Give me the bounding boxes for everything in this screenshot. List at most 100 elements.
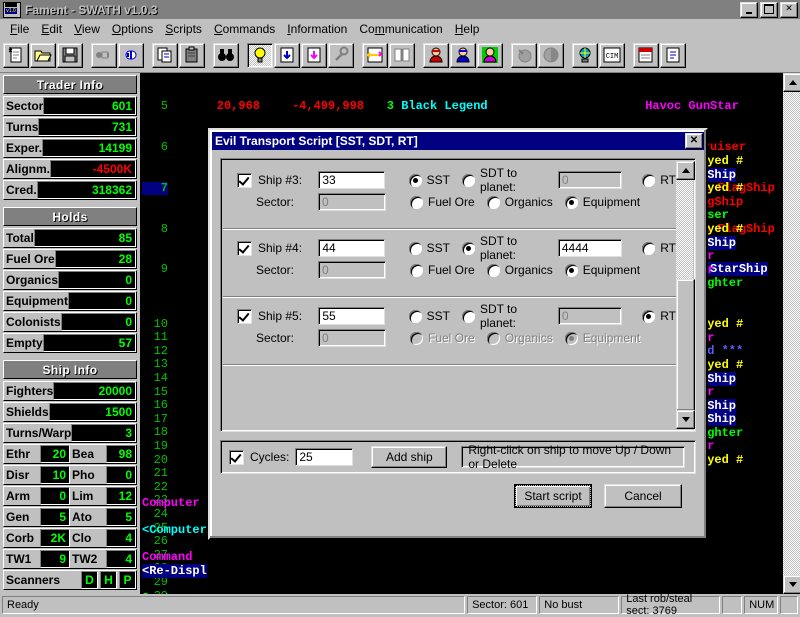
new-icon[interactable] (3, 42, 29, 68)
fuel-ore-radio[interactable] (410, 263, 423, 277)
scrollbar-thumb[interactable] (676, 279, 695, 411)
menu-view[interactable]: View (68, 20, 106, 38)
sst-radio[interactable] (408, 309, 422, 323)
label-1: Ethr (6, 447, 30, 461)
sector-label: Sector: (256, 331, 295, 345)
ship-row-tw1-tw2: TW1 9 TW2 4 (3, 549, 137, 569)
trader-blue-icon[interactable] (450, 42, 476, 68)
add-ship-button[interactable]: Add ship (371, 446, 448, 468)
organics-radio[interactable] (486, 195, 500, 209)
organics-radio (486, 331, 500, 345)
import-blue-icon[interactable] (274, 42, 300, 68)
sst-label: SST (426, 173, 450, 187)
paste-icon[interactable] (179, 42, 205, 68)
rt-radio[interactable] (642, 173, 656, 187)
equipment-radio[interactable] (564, 263, 578, 277)
terminal-line: <Computer (142, 523, 207, 538)
wrench-icon[interactable] (328, 42, 354, 68)
scrollbar-track[interactable] (783, 90, 800, 577)
evil-transport-script-dialog[interactable]: Evil Transport Script [SST, SDT, RT] ✕ S… (208, 128, 708, 540)
ship-number-input[interactable]: 33 (318, 171, 385, 189)
ship-label: Ship #5: (258, 309, 303, 323)
sdt-planet-input[interactable]: 4444 (557, 239, 623, 257)
sdt-radio[interactable] (461, 309, 475, 323)
rt-radio[interactable] (642, 309, 656, 323)
globe-icon[interactable] (572, 42, 598, 68)
swap-arrows-icon[interactable] (362, 42, 388, 68)
maximize-button[interactable] (760, 1, 778, 18)
copy-icon[interactable] (152, 42, 178, 68)
sdt-radio[interactable] (461, 241, 475, 255)
sst-radio[interactable] (408, 173, 422, 187)
lightbulb-icon[interactable] (247, 42, 273, 68)
ship-entry[interactable]: Ship #4: 44 SST SDT to planet: 4444 RT S… (223, 229, 676, 297)
rt-radio[interactable] (642, 241, 656, 255)
organics-label: Organics (504, 263, 553, 277)
value-2: 0 (106, 466, 136, 484)
cancel-button[interactable]: Cancel (604, 484, 682, 508)
planet-icon[interactable] (538, 42, 564, 68)
label: Fuel Ore (6, 252, 55, 266)
ships-scrollbar[interactable] (676, 161, 695, 429)
menu-information[interactable]: Information (281, 20, 353, 38)
holds-row-colonists: Colonists 0 (3, 312, 137, 332)
menu-communication[interactable]: Communication (353, 20, 448, 38)
organics-radio[interactable] (486, 263, 500, 277)
close-button[interactable]: ✕ (780, 1, 798, 18)
connect-icon[interactable] (91, 42, 117, 68)
scroll-down-button[interactable] (783, 575, 800, 594)
sst-radio[interactable] (408, 241, 422, 255)
window-titlebar[interactable]: v1.0 Fament - SWATH v1.0.3 ✕ (0, 0, 800, 19)
ship-entry[interactable]: Ship #5: 55 SST SDT to planet: 0 RT Sect… (223, 297, 676, 365)
trader-row-alignment: Alignm. -4500K (3, 159, 137, 179)
trader-row-exper: Exper. 14199 (3, 138, 137, 158)
trader-red-icon[interactable] (423, 42, 449, 68)
terminal-scrollbar[interactable] (783, 73, 800, 594)
open-folder-icon[interactable] (30, 42, 56, 68)
book-icon[interactable] (389, 42, 415, 68)
menu-options[interactable]: Options (106, 20, 159, 38)
cycles-checkbox[interactable] (229, 449, 244, 465)
disconnect-icon[interactable] (118, 42, 144, 68)
minimize-button[interactable] (740, 1, 758, 18)
notepad-icon[interactable] (633, 42, 659, 68)
planet-bomb-icon[interactable] (511, 42, 537, 68)
menu-edit[interactable]: Edit (35, 20, 68, 38)
menu-scripts[interactable]: Scripts (159, 20, 208, 38)
menu-help[interactable]: Help (449, 20, 486, 38)
ship-entry[interactable]: Ship #3: 33 SST SDT to planet: 0 RT Sect… (223, 161, 676, 229)
dialog-close-button[interactable]: ✕ (685, 133, 703, 149)
ship-number-input[interactable]: 55 (318, 307, 385, 325)
scroll-down-button[interactable] (676, 410, 695, 429)
scroll-up-button[interactable] (783, 73, 800, 92)
ship-row-shields: Shields 1500 (3, 402, 137, 422)
ship-enabled-checkbox[interactable] (237, 308, 252, 324)
dialog-titlebar[interactable]: Evil Transport Script [SST, SDT, RT] ✕ (212, 132, 704, 150)
find-binoculars-icon[interactable] (213, 42, 239, 68)
menu-file[interactable]: File (4, 20, 35, 38)
start-script-button[interactable]: Start script (514, 484, 592, 508)
cycles-input[interactable]: 25 (295, 448, 354, 466)
sdt-label: SDT to planet: (479, 302, 518, 330)
fuel-ore-radio[interactable] (410, 195, 423, 209)
scanner-box-h: H (100, 571, 117, 589)
ship-number-input[interactable]: 44 (318, 239, 385, 257)
value: 0 (68, 292, 136, 310)
save-disk-icon[interactable] (57, 42, 83, 68)
trader-green-icon[interactable] (477, 42, 503, 68)
swath-icon: v1.0 (3, 1, 21, 18)
menu-commands[interactable]: Commands (208, 20, 281, 38)
ship-enabled-checkbox[interactable] (237, 240, 252, 256)
sdt-radio[interactable] (461, 173, 475, 187)
ship-enabled-checkbox[interactable] (237, 172, 252, 188)
ship-row-scanners: Scanners D H P (3, 570, 137, 590)
scroll-up-button[interactable] (676, 161, 695, 180)
status-bar: Ready Sector: 601 No bust Last rob/steal… (0, 593, 800, 617)
cim-icon[interactable]: CIM (599, 42, 625, 68)
terminal-fragment: iser (700, 208, 729, 223)
equipment-radio[interactable] (564, 195, 578, 209)
clipboard-icon[interactable] (660, 42, 686, 68)
holds-row-empty: Empty 57 (3, 333, 137, 353)
import-magenta-icon[interactable] (301, 42, 327, 68)
